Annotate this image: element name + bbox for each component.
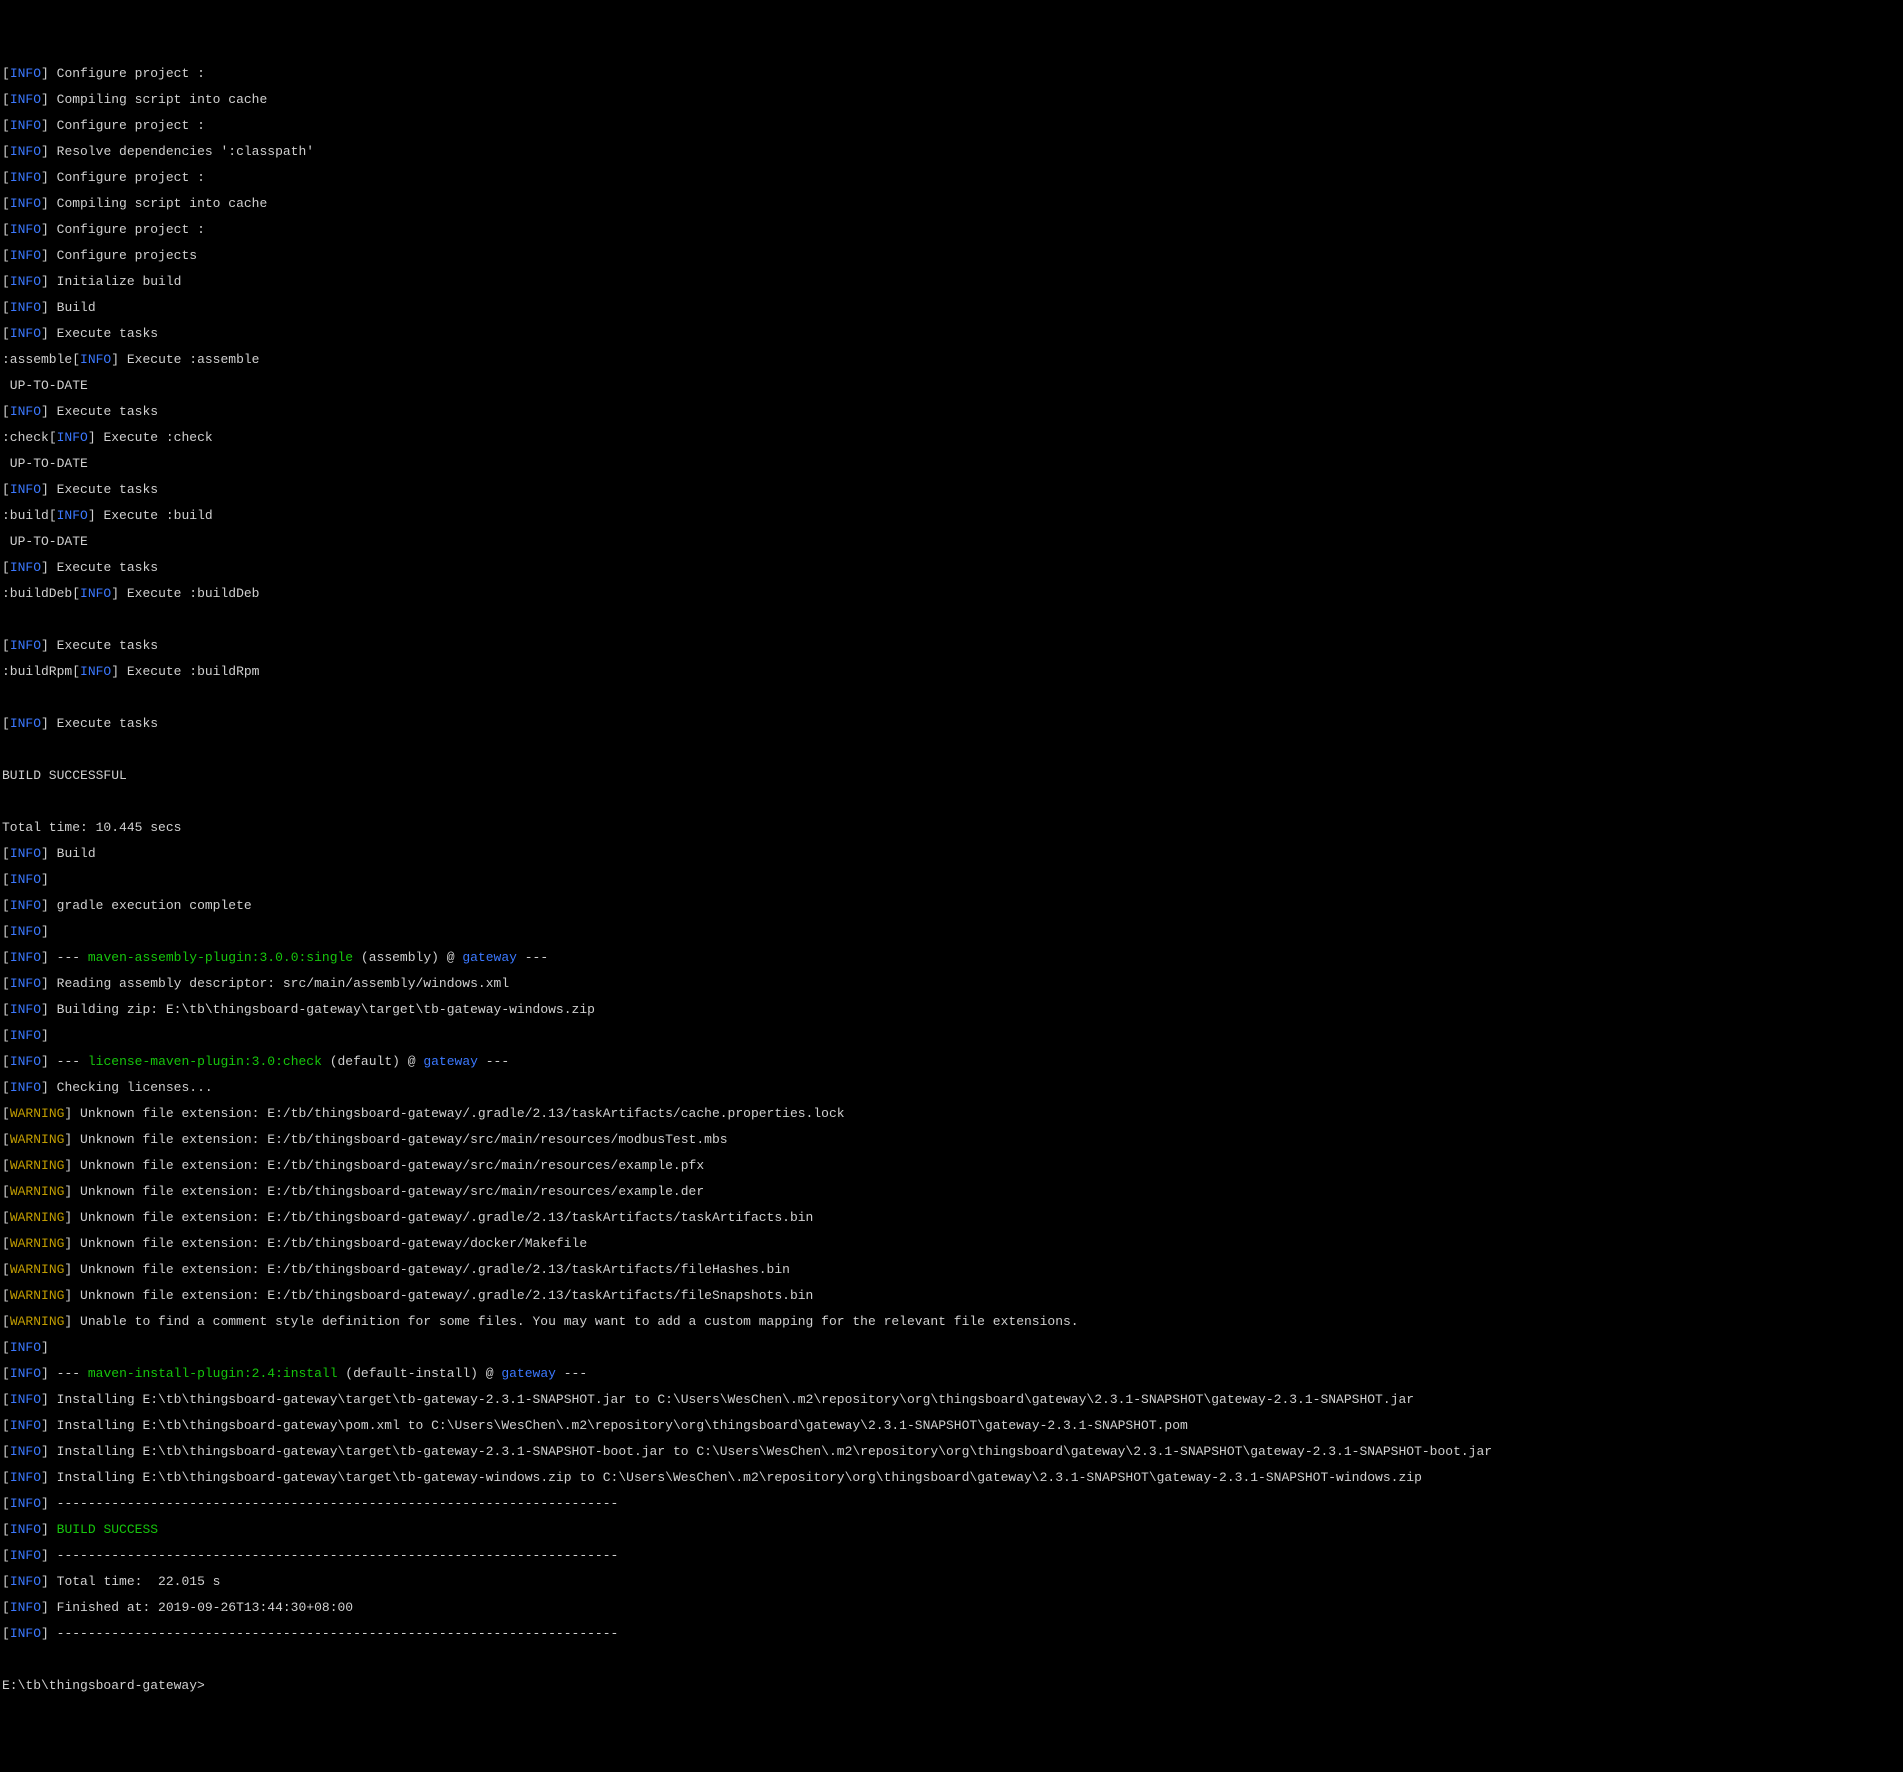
separator-line: [INFO] ---------------------------------… [2, 1549, 1901, 1562]
log-line [2, 613, 1901, 626]
log-line [2, 691, 1901, 704]
warning-line: [WARNING] Unknown file extension: E:/tb/… [2, 1159, 1901, 1172]
log-line: [INFO] Compiling script into cache [2, 93, 1901, 106]
finished-at-line: [INFO] Finished at: 2019-09-26T13:44:30+… [2, 1601, 1901, 1614]
log-line: [INFO] Execute tasks [2, 405, 1901, 418]
log-line: [INFO] Configure projects [2, 249, 1901, 262]
log-line: [INFO] [2, 1341, 1901, 1354]
log-line: :build[INFO] Execute :build [2, 509, 1901, 522]
warning-line: [WARNING] Unknown file extension: E:/tb/… [2, 1263, 1901, 1276]
log-line: UP-TO-DATE [2, 379, 1901, 392]
log-line: :buildRpm[INFO] Execute :buildRpm [2, 665, 1901, 678]
maven-plugin-line: [INFO] --- maven-install-plugin:2.4:inst… [2, 1367, 1901, 1380]
log-line: [INFO] Build [2, 847, 1901, 860]
log-line: [INFO] [2, 1029, 1901, 1042]
log-line: [INFO] Initialize build [2, 275, 1901, 288]
gradle-total-time: Total time: 10.445 secs [2, 821, 1901, 834]
log-line: [INFO] Configure project : [2, 171, 1901, 184]
log-line: [INFO] Installing E:\tb\thingsboard-gate… [2, 1419, 1901, 1432]
warning-line: [WARNING] Unknown file extension: E:/tb/… [2, 1133, 1901, 1146]
log-line: [INFO] Compiling script into cache [2, 197, 1901, 210]
log-line: [INFO] Execute tasks [2, 639, 1901, 652]
separator-line: [INFO] ---------------------------------… [2, 1497, 1901, 1510]
log-line: [INFO] Reading assembly descriptor: src/… [2, 977, 1901, 990]
log-line: [INFO] [2, 925, 1901, 938]
log-line: :assemble[INFO] Execute :assemble [2, 353, 1901, 366]
warning-line: [WARNING] Unknown file extension: E:/tb/… [2, 1211, 1901, 1224]
warning-line: [WARNING] Unknown file extension: E:/tb/… [2, 1185, 1901, 1198]
gradle-build-successful: BUILD SUCCESSFUL [2, 769, 1901, 782]
log-line: UP-TO-DATE [2, 535, 1901, 548]
log-line: [INFO] Building zip: E:\tb\thingsboard-g… [2, 1003, 1901, 1016]
log-line: [INFO] Installing E:\tb\thingsboard-gate… [2, 1393, 1901, 1406]
warning-line: [WARNING] Unknown file extension: E:/tb/… [2, 1107, 1901, 1120]
log-line: [INFO] Installing E:\tb\thingsboard-gate… [2, 1471, 1901, 1484]
warning-line: [WARNING] Unknown file extension: E:/tb/… [2, 1289, 1901, 1302]
separator-line: [INFO] ---------------------------------… [2, 1627, 1901, 1640]
log-line: [INFO] Configure project : [2, 67, 1901, 80]
log-line: [INFO] [2, 873, 1901, 886]
log-line: [INFO] Execute tasks [2, 561, 1901, 574]
maven-plugin-line: [INFO] --- license-maven-plugin:3.0:chec… [2, 1055, 1901, 1068]
log-line: [INFO] Execute tasks [2, 327, 1901, 340]
log-line: [INFO] gradle execution complete [2, 899, 1901, 912]
total-time-line: [INFO] Total time: 22.015 s [2, 1575, 1901, 1588]
log-line: [INFO] Configure project : [2, 223, 1901, 236]
log-line: [INFO] Build [2, 301, 1901, 314]
log-line [2, 743, 1901, 756]
log-line [2, 795, 1901, 808]
maven-plugin-line: [INFO] --- maven-assembly-plugin:3.0.0:s… [2, 951, 1901, 964]
log-line: UP-TO-DATE [2, 457, 1901, 470]
log-line: [INFO] Configure project : [2, 119, 1901, 132]
log-line: [INFO] Checking licenses... [2, 1081, 1901, 1094]
build-success-line: [INFO] BUILD SUCCESS [2, 1523, 1901, 1536]
log-line: :buildDeb[INFO] Execute :buildDeb [2, 587, 1901, 600]
terminal-output[interactable]: [INFO] Configure project : [INFO] Compil… [2, 54, 1901, 1705]
log-line: [INFO] Installing E:\tb\thingsboard-gate… [2, 1445, 1901, 1458]
log-line [2, 1653, 1901, 1666]
log-line: [INFO] Resolve dependencies ':classpath' [2, 145, 1901, 158]
log-line: :check[INFO] Execute :check [2, 431, 1901, 444]
command-prompt[interactable]: E:\tb\thingsboard-gateway> [2, 1679, 1901, 1692]
warning-line: [WARNING] Unable to find a comment style… [2, 1315, 1901, 1328]
log-line: [INFO] Execute tasks [2, 483, 1901, 496]
warning-line: [WARNING] Unknown file extension: E:/tb/… [2, 1237, 1901, 1250]
log-line: [INFO] Execute tasks [2, 717, 1901, 730]
